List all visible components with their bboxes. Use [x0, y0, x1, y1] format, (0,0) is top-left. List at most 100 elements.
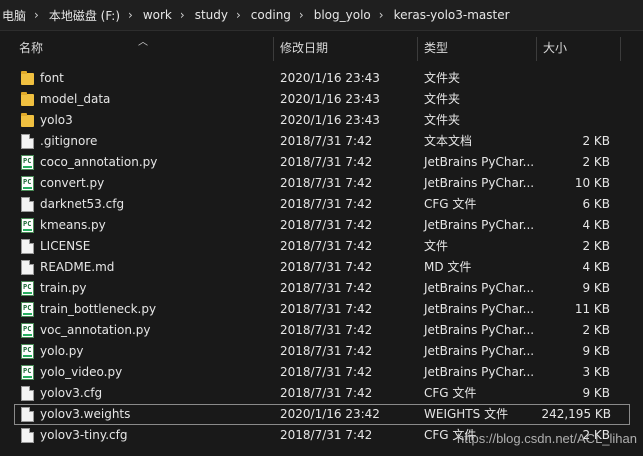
chevron-right-icon[interactable]: › — [236, 8, 241, 22]
file-name: yolo_video.py — [40, 365, 123, 379]
file-date: 2020/1/16 23:42 — [280, 407, 380, 421]
file-name: yolov3-tiny.cfg — [40, 428, 128, 442]
file-date: 2018/7/31 7:42 — [280, 365, 373, 379]
breadcrumb-item[interactable]: keras-yolo3-master — [394, 8, 510, 22]
file-row[interactable]: PC coco_annotation.py 2018/7/31 7:42 JetBra… — [0, 152, 643, 173]
file-date: 2018/7/31 7:42 — [280, 176, 373, 190]
chevron-right-icon[interactable]: › — [299, 8, 304, 22]
file-date: 2018/7/31 7:42 — [280, 281, 373, 295]
file-size: 4 KB — [582, 260, 610, 274]
file-date: 2018/7/31 7:42 — [280, 344, 373, 358]
file-date: 2018/7/31 7:42 — [280, 218, 373, 232]
file-size: 10 KB — [574, 176, 610, 190]
file-size: 2 KB — [582, 323, 610, 337]
breadcrumb-item[interactable]: blog_yolo — [314, 8, 371, 22]
file-row[interactable]: PC yolo.py 2018/7/31 7:42 JetBrains PyChar.… — [0, 341, 643, 362]
file-date: 2018/7/31 7:42 — [280, 428, 373, 442]
file-type: CFG 文件 — [424, 386, 477, 400]
file-date: 2018/7/31 7:42 — [280, 134, 373, 148]
file-icon — [21, 428, 34, 443]
file-size: 4 KB — [582, 218, 610, 232]
column-size[interactable]: 大小 — [543, 31, 567, 65]
file-icon — [21, 197, 34, 212]
file-row[interactable]: .gitignore 2018/7/31 7:42 文本文档 2 KB — [0, 131, 643, 152]
file-icon — [21, 239, 34, 254]
file-type: 文件夹 — [424, 71, 461, 85]
file-type: JetBrains PyChar... — [424, 281, 535, 295]
file-name: train.py — [40, 281, 87, 295]
file-size: 2 KB — [582, 134, 610, 148]
file-name: yolo3 — [40, 113, 73, 127]
pycharm-file-icon: PC — [21, 302, 34, 317]
chevron-right-icon[interactable]: › — [180, 8, 185, 22]
file-name: darknet53.cfg — [40, 197, 125, 211]
file-name: model_data — [40, 92, 111, 106]
file-name: convert.py — [40, 176, 105, 190]
file-row[interactable]: README.md 2018/7/31 7:42 MD 文件 4 KB — [0, 257, 643, 278]
file-row[interactable]: model_data 2020/1/16 23:43 文件夹 — [0, 89, 643, 110]
file-size: 2 KB — [582, 155, 610, 169]
file-row[interactable]: PC train.py 2018/7/31 7:42 JetBrains PyChar… — [0, 278, 643, 299]
file-row[interactable]: PC yolo_video.py 2018/7/31 7:42 JetBrains P… — [0, 362, 643, 383]
folder-icon — [21, 113, 34, 127]
file-size: 242,195 KB — [541, 407, 611, 421]
file-row[interactable]: PC voc_annotation.py 2018/7/31 7:42 JetBrai… — [0, 320, 643, 341]
breadcrumb-item[interactable]: work — [143, 8, 172, 22]
file-type: 文件夹 — [424, 113, 461, 127]
chevron-right-icon[interactable]: › — [34, 8, 39, 22]
watermark: https://blog.csdn.net/ACL_lihan — [457, 431, 637, 446]
file-type: JetBrains PyChar... — [424, 365, 535, 379]
column-date[interactable]: 修改日期 — [280, 31, 328, 65]
column-divider[interactable] — [417, 37, 418, 61]
file-type: 文件 — [424, 239, 449, 253]
file-name: train_bottleneck.py — [40, 302, 157, 316]
file-row[interactable]: PC train_bottleneck.py 2018/7/31 7:42 JetBr… — [0, 299, 643, 320]
file-row[interactable]: LICENSE 2018/7/31 7:42 文件 2 KB — [0, 236, 643, 257]
breadcrumb-item[interactable]: coding — [251, 8, 291, 22]
file-row[interactable]: PC kmeans.py 2018/7/31 7:42 JetBrains PyCha… — [0, 215, 643, 236]
file-row[interactable]: font 2020/1/16 23:43 文件夹 — [0, 68, 643, 89]
file-type: JetBrains PyChar... — [424, 176, 535, 190]
column-divider[interactable] — [536, 37, 537, 61]
file-type: JetBrains PyChar... — [424, 218, 535, 232]
file-type: 文本文档 — [424, 134, 473, 148]
column-name[interactable]: 名称 — [19, 31, 43, 65]
chevron-right-icon[interactable]: › — [128, 8, 133, 22]
column-divider[interactable] — [620, 37, 621, 61]
file-date: 2018/7/31 7:42 — [280, 260, 373, 274]
file-type: 文件夹 — [424, 92, 461, 106]
file-type: JetBrains PyChar... — [424, 344, 535, 358]
file-row[interactable]: yolov3.cfg 2018/7/31 7:42 CFG 文件 9 KB — [0, 383, 643, 404]
file-row[interactable]: yolo3 2020/1/16 23:43 文件夹 — [0, 110, 643, 131]
pycharm-file-icon: PC — [21, 323, 34, 338]
chevron-right-icon[interactable]: › — [379, 8, 384, 22]
file-row[interactable]: darknet53.cfg 2018/7/31 7:42 CFG 文件 6 KB — [0, 194, 643, 215]
sort-arrow-icon[interactable]: ︿ — [138, 33, 148, 48]
file-icon — [21, 260, 34, 275]
file-date: 2020/1/16 23:43 — [280, 71, 380, 85]
file-type: WEIGHTS 文件 — [424, 407, 509, 421]
folder-icon — [21, 71, 34, 85]
folder-icon — [21, 92, 34, 106]
breadcrumb-item[interactable]: study — [195, 8, 228, 22]
column-divider[interactable] — [273, 37, 274, 61]
file-date: 2020/1/16 23:43 — [280, 92, 380, 106]
file-name: yolo.py — [40, 344, 84, 358]
file-size: 9 KB — [582, 281, 610, 295]
pycharm-file-icon: PC — [21, 176, 34, 191]
file-type: JetBrains PyChar... — [424, 323, 535, 337]
pycharm-file-icon: PC — [21, 281, 34, 296]
breadcrumb-item[interactable]: 本地磁盘 (F:) — [49, 7, 120, 24]
file-icon — [21, 386, 34, 401]
breadcrumb-item[interactable]: 电脑 — [2, 7, 26, 24]
address-bar[interactable]: 电脑 › 本地磁盘 (F:) › work › study › coding › blog_yolo… — [0, 0, 643, 31]
file-date: 2018/7/31 7:42 — [280, 323, 373, 337]
pycharm-file-icon: PC — [21, 155, 34, 170]
file-size: 11 KB — [574, 302, 610, 316]
file-size: 9 KB — [582, 386, 610, 400]
file-name: yolov3.cfg — [40, 386, 103, 400]
column-type[interactable]: 类型 — [424, 31, 448, 65]
file-name: font — [40, 71, 64, 85]
file-row[interactable]: PC convert.py 2018/7/31 7:42 JetBrains PyCh… — [0, 173, 643, 194]
file-row[interactable]: yolov3.weights 2020/1/16 23:42 WEIGHTS 文件 2… — [14, 404, 630, 425]
